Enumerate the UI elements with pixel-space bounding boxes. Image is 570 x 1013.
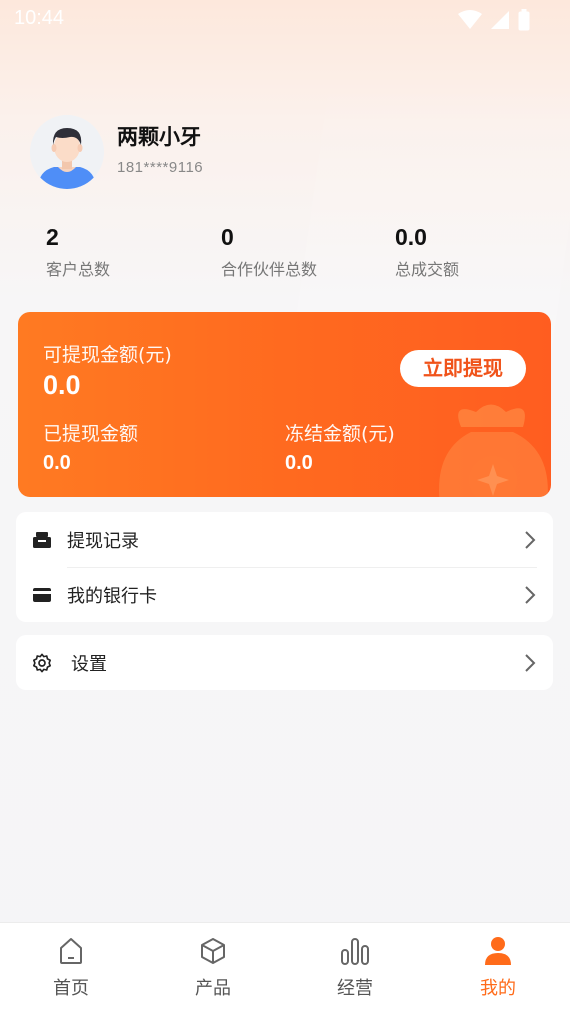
- frozen-amount-label: 冻结金额(元): [285, 423, 395, 445]
- chevron-right-icon: [525, 530, 536, 549]
- stat-value: 0: [221, 224, 234, 250]
- money-bag-icon: [439, 404, 548, 497]
- bank-cards-item[interactable]: 我的银行卡: [16, 567, 553, 622]
- battery-icon: [518, 9, 530, 31]
- cellular-signal-icon: [491, 11, 509, 29]
- user-avatar-icon: [30, 115, 104, 189]
- stat-label: 合作伙伴总数: [221, 260, 318, 279]
- frozen-amount-value: 0.0: [285, 452, 313, 474]
- stats-row: 2 客户总数 0 合作伙伴总数 0.0 总成交额: [0, 222, 570, 282]
- nav-mine[interactable]: 我的: [427, 923, 569, 1013]
- nav-home[interactable]: 首页: [0, 923, 142, 1013]
- box-icon: [201, 938, 225, 964]
- bank-cards-label: 我的银行卡: [67, 585, 157, 607]
- nav-business-label: 经营: [337, 978, 373, 999]
- bottom-navigation: 首页 产品 经营 我的: [0, 922, 570, 1013]
- stat-label: 总成交额: [395, 260, 460, 279]
- status-bar: 10:44: [0, 0, 570, 40]
- stat-label: 客户总数: [46, 260, 111, 279]
- wallet-icon: [32, 530, 52, 550]
- bank-card-icon: [32, 585, 52, 605]
- chevron-right-icon: [525, 585, 536, 604]
- settings-label: 设置: [71, 653, 107, 675]
- withdraw-now-button[interactable]: 立即提现: [400, 350, 526, 387]
- withdraw-records-label: 提现记录: [67, 530, 139, 552]
- withdrawn-amount-label: 已提现金额: [43, 423, 139, 445]
- available-amount-value: 0.0: [43, 370, 81, 400]
- stat-customers[interactable]: 2 客户总数: [46, 222, 110, 280]
- person-icon: [485, 937, 511, 965]
- nav-home-label: 首页: [53, 978, 89, 999]
- nav-products-label: 产品: [195, 978, 231, 999]
- withdrawn-amount-value: 0.0: [43, 452, 71, 474]
- stat-value: 2: [46, 224, 59, 250]
- nav-products[interactable]: 产品: [142, 923, 284, 1013]
- nav-mine-label: 我的: [480, 978, 516, 999]
- phone-number: 181****9116: [117, 159, 204, 176]
- gear-icon: [32, 653, 52, 673]
- stat-partners[interactable]: 0 合作伙伴总数: [221, 222, 317, 280]
- settings-item[interactable]: 设置: [16, 635, 553, 690]
- stat-total-volume[interactable]: 0.0 总成交额: [395, 222, 459, 280]
- bar-chart-icon: [341, 938, 369, 965]
- chevron-right-icon: [525, 653, 536, 672]
- withdraw-records-item[interactable]: 提现记录: [16, 512, 553, 567]
- username: 两颗小牙: [117, 125, 201, 149]
- status-icons: [458, 9, 530, 31]
- stat-value: 0.0: [395, 224, 427, 250]
- finance-menu-card: 提现记录 我的银行卡: [16, 512, 553, 622]
- wallet-card: 可提现金额(元) 0.0 立即提现 已提现金额 0.0 冻结金额(元) 0.0: [18, 312, 551, 497]
- home-icon: [60, 938, 82, 964]
- nav-business[interactable]: 经营: [284, 923, 426, 1013]
- wifi-icon: [458, 10, 482, 29]
- avatar[interactable]: [30, 115, 104, 189]
- status-time: 10:44: [14, 7, 65, 29]
- settings-menu-card: 设置: [16, 635, 553, 690]
- available-amount-label: 可提现金额(元): [43, 344, 172, 366]
